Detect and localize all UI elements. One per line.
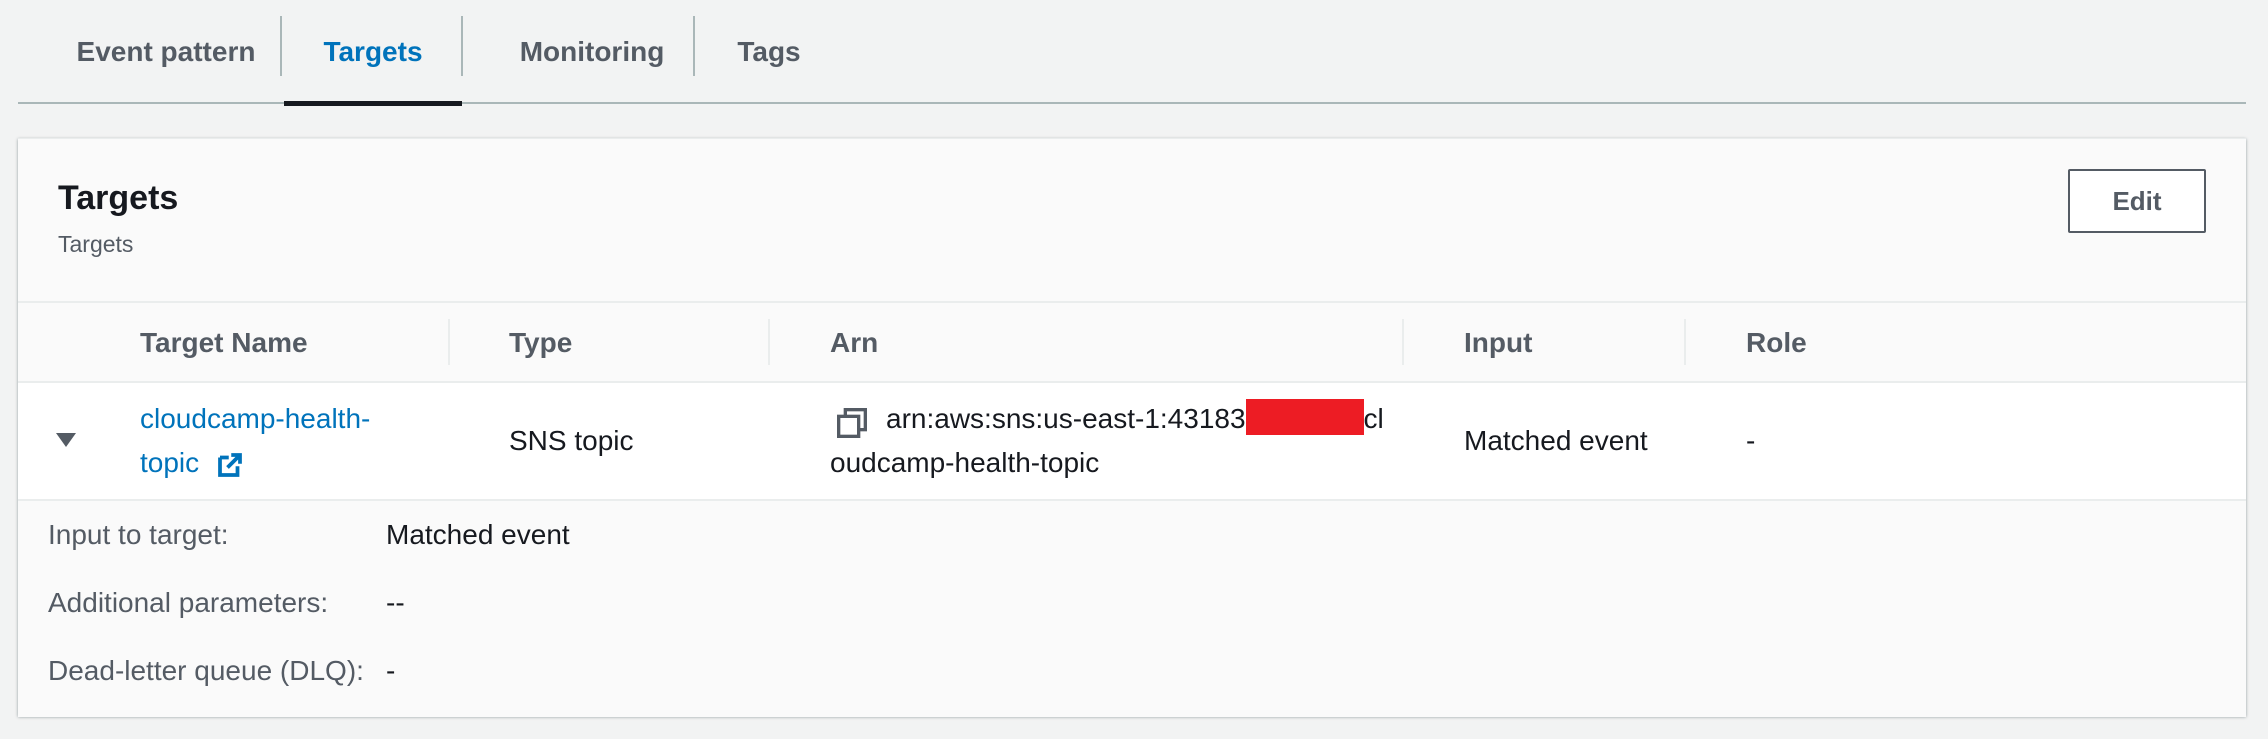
detail-value-dlq: - xyxy=(386,655,396,686)
target-name-cell: cloudcamp-health- topic xyxy=(140,397,370,485)
column-header-role[interactable]: Role xyxy=(1746,303,1807,383)
tab-bar: Event pattern Targets Monitoring Tags xyxy=(18,0,2246,106)
panel-header: Targets Targets Edit xyxy=(18,139,2246,303)
tab-label: Targets xyxy=(323,36,423,67)
column-divider[interactable] xyxy=(1684,319,1686,365)
column-header-type[interactable]: Type xyxy=(509,303,572,383)
targets-panel: Targets Targets Edit Target Name Type Ar… xyxy=(18,138,2246,717)
tab-tags[interactable]: Tags xyxy=(714,0,824,104)
tab-label: Tags xyxy=(737,36,801,67)
arn-suffix: cl xyxy=(1363,403,1384,434)
type-cell: SNS topic xyxy=(509,425,634,456)
redaction-block xyxy=(1245,398,1364,435)
tab-monitoring[interactable]: Monitoring xyxy=(482,0,702,104)
column-divider[interactable] xyxy=(768,319,770,365)
detail-value-additional-parameters: -- xyxy=(386,587,405,618)
edit-button[interactable]: Edit xyxy=(2068,169,2206,233)
table-header: Target Name Type Arn Input Role xyxy=(18,303,2246,383)
arn-line1: arn:aws:sns:us-east-1:43183 cl xyxy=(830,397,1384,441)
tab-targets[interactable]: Targets xyxy=(284,0,462,106)
panel-title: Targets xyxy=(58,179,179,217)
caret-down-icon[interactable] xyxy=(56,433,76,447)
table-row: cloudcamp-health- topic SNS topic arn:aw… xyxy=(18,383,2246,501)
arn-line2: oudcamp-health-topic xyxy=(830,447,1100,478)
tab-divider xyxy=(693,16,695,76)
panel-subtitle: Targets xyxy=(58,231,134,257)
tab-event-pattern[interactable]: Event pattern xyxy=(56,0,276,104)
column-header-input[interactable]: Input xyxy=(1464,303,1532,383)
tab-divider xyxy=(280,16,282,76)
tab-label: Monitoring xyxy=(519,36,665,67)
column-header-target-name[interactable]: Target Name xyxy=(140,303,308,383)
detail-label-additional-parameters: Additional parameters: xyxy=(48,587,329,618)
column-divider[interactable] xyxy=(448,319,450,365)
tab-divider xyxy=(461,16,463,76)
input-cell: Matched event xyxy=(1464,425,1648,456)
target-name-link-line1[interactable]: cloudcamp-health- xyxy=(140,397,370,441)
target-name-line2-wrap: topic xyxy=(140,441,370,485)
role-cell: - xyxy=(1746,425,1756,456)
detail-label-dlq: Dead-letter queue (DLQ): xyxy=(48,655,364,686)
column-divider[interactable] xyxy=(1402,319,1404,365)
detail-value-input: Matched event xyxy=(386,519,570,550)
row-details: Input to target: Matched event Additiona… xyxy=(18,501,2246,717)
arn-cell: arn:aws:sns:us-east-1:43183 cl oudcamp-he… xyxy=(830,397,1384,485)
target-name-link-line2[interactable]: topic xyxy=(140,447,199,478)
arn-prefix: arn:aws:sns:us-east-1:43183 xyxy=(886,403,1246,434)
tab-label: Event pattern xyxy=(76,36,256,67)
external-link-icon[interactable] xyxy=(215,450,245,480)
detail-label-input: Input to target: xyxy=(48,519,229,550)
column-header-arn[interactable]: Arn xyxy=(830,303,878,383)
